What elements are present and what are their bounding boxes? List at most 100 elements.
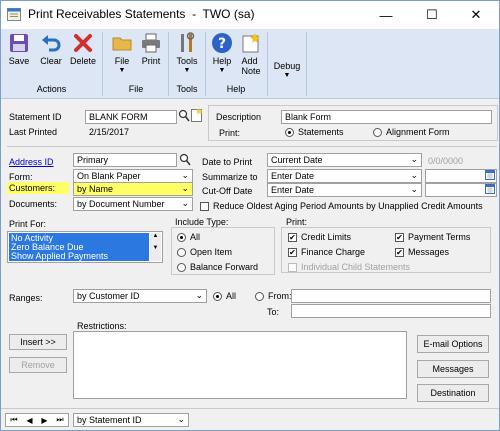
include-type-label: Include Type: (175, 217, 229, 227)
group-label-actions: Actions (36, 84, 67, 94)
last-printed-label: Last Printed (9, 127, 58, 137)
ribbon-separator (102, 32, 103, 96)
group-label-tools: Tools (176, 84, 198, 94)
dropdown-arrow-icon: ▼ (218, 67, 226, 74)
lookup-icon[interactable] (178, 109, 190, 122)
section-divider (7, 146, 497, 147)
add-note-icon (242, 33, 260, 53)
last-record-icon[interactable]: ⏭ (56, 415, 63, 425)
insert-button[interactable]: Insert >> (9, 334, 67, 350)
ranges-label: Ranges: (9, 293, 43, 303)
statement-id-label: Statement ID (9, 112, 62, 122)
print-for-item[interactable]: Show Applied Payments (11, 252, 147, 261)
next-record-icon[interactable]: ▶ (41, 416, 47, 425)
new-note-icon[interactable] (191, 109, 202, 122)
radio-icon (177, 247, 186, 257)
first-record-icon[interactable]: ⏮ (10, 415, 17, 425)
undo-icon (42, 35, 61, 52)
ranges-dropdown[interactable]: by Customer ID ⌄ (73, 289, 207, 303)
close-button[interactable]: ✕ (453, 1, 499, 29)
destination-button[interactable]: Destination (417, 384, 489, 402)
individual-child-statements-checkbox[interactable]: Individual Child Statements (288, 262, 410, 272)
lookup-icon[interactable] (179, 153, 191, 166)
include-balance-forward-radio[interactable]: Balance Forward (177, 262, 258, 272)
range-to-field[interactable] (291, 304, 491, 318)
summarize-to-dropdown[interactable]: Enter Date ⌄ (267, 169, 422, 183)
ribbon-separator (267, 32, 268, 96)
checkbox-checked-icon: ✔ (395, 247, 404, 257)
tools-icon (181, 32, 195, 52)
scroll-down-icon[interactable]: ▼ (150, 245, 161, 251)
printer-icon (142, 33, 160, 53)
statement-id-field[interactable]: BLANK FORM (85, 110, 177, 124)
maximize-button[interactable]: ☐ (409, 1, 455, 29)
payment-terms-checkbox[interactable]: ✔ Payment Terms (395, 232, 470, 242)
dropdown-arrow-icon: ▼ (118, 67, 126, 74)
file-menu-button[interactable]: File ▼ (109, 32, 135, 74)
debug-menu-button[interactable]: Debug ▼ (271, 59, 303, 79)
print-for-label: Print For: (9, 219, 47, 229)
include-all-radio[interactable]: All (177, 232, 200, 242)
delete-x-icon (74, 34, 92, 52)
reduce-aging-checkbox[interactable]: Reduce Oldest Aging Period Amounts by Un… (200, 201, 483, 211)
ranges-from-radio[interactable]: From: (255, 291, 292, 301)
chevron-down-icon: ⌄ (410, 170, 418, 180)
listbox-scrollbar[interactable]: ▲ ▼ (150, 233, 161, 261)
date-to-print-dropdown[interactable]: Current Date ⌄ (267, 153, 422, 167)
print-alignment-form-radio[interactable]: Alignment Form (373, 127, 450, 137)
restrictions-list[interactable] (73, 331, 407, 399)
save-button[interactable]: Save (5, 32, 33, 66)
group-label-help: Help (226, 84, 246, 94)
print-button[interactable]: Print (138, 32, 164, 66)
chevron-down-icon: ⌄ (410, 154, 418, 164)
cutoff-date-dropdown[interactable]: Enter Date ⌄ (267, 183, 422, 197)
chevron-down-icon: ⌄ (177, 414, 185, 424)
print-receivables-statements-window: Print Receivables Statements - TWO (sa) … (0, 0, 500, 431)
delete-button[interactable]: Delete (68, 32, 98, 66)
chevron-down-icon: ⌄ (410, 184, 418, 194)
calendar-icon[interactable] (485, 170, 495, 180)
summarize-to-label: Summarize to (202, 172, 258, 182)
address-id-link[interactable]: Address ID (9, 157, 54, 167)
ranges-all-radio[interactable]: All (213, 291, 236, 301)
customers-sort-dropdown[interactable]: by Name ⌄ (73, 182, 193, 196)
credit-limits-checkbox[interactable]: ✔ Credit Limits (288, 232, 351, 242)
description-label: Description (216, 112, 262, 122)
include-open-item-radio[interactable]: Open Item (177, 247, 232, 257)
browse-sort-dropdown[interactable]: by Statement ID ⌄ (73, 413, 189, 427)
clear-button[interactable]: Clear (37, 32, 65, 66)
minimize-icon: — (379, 7, 393, 23)
chevron-down-icon: ⌄ (195, 290, 203, 300)
messages-button[interactable]: Messages (417, 360, 489, 378)
window-title: Print Receivables Statements - TWO (sa) (28, 7, 255, 21)
form-dropdown[interactable]: On Blank Paper ⌄ (73, 169, 193, 183)
print-for-listbox[interactable]: No Activity Zero Balance Due Show Applie… (7, 231, 163, 263)
date-to-print-date: 0/0/0000 (428, 156, 464, 166)
description-field[interactable]: Blank Form (281, 110, 492, 124)
date-to-print-label: Date to Print (202, 157, 253, 167)
previous-record-icon[interactable]: ◀ (26, 416, 32, 425)
address-id-field[interactable]: Primary (73, 153, 177, 167)
email-options-button[interactable]: E-mail Options (417, 335, 489, 353)
remove-button[interactable]: Remove (9, 357, 67, 373)
radio-icon (177, 262, 186, 272)
chevron-down-icon: ⌄ (181, 198, 189, 208)
documents-sort-dropdown[interactable]: by Document Number ⌄ (73, 197, 193, 211)
minimize-button[interactable]: — (363, 1, 409, 29)
help-menu-button[interactable]: ? Help ▼ (209, 32, 235, 74)
print-statements-radio[interactable]: Statements (285, 127, 344, 137)
ranges-to-label: To: (267, 307, 280, 317)
messages-checkbox[interactable]: ✔ Messages (395, 247, 449, 257)
radio-icon (255, 291, 264, 301)
tools-menu-button[interactable]: Tools ▼ (173, 32, 201, 74)
calendar-icon[interactable] (485, 184, 495, 194)
finance-charge-checkbox[interactable]: ✔ Finance Charge (288, 247, 365, 257)
radio-selected-icon (285, 127, 294, 137)
close-icon: ✕ (470, 7, 482, 22)
chevron-down-icon: ⌄ (181, 170, 189, 180)
add-note-button[interactable]: Add Note (238, 32, 264, 76)
save-icon (10, 34, 28, 52)
range-from-field[interactable] (291, 289, 491, 303)
chevron-down-icon: ⌄ (181, 183, 189, 193)
scroll-up-icon[interactable]: ▲ (150, 233, 161, 239)
